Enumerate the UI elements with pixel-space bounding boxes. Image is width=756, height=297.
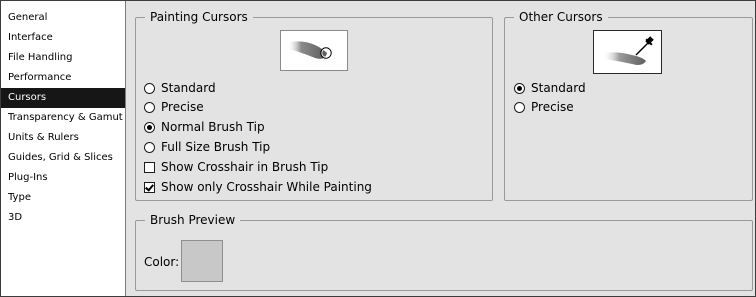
show-crosshair-in-brush-tip-option[interactable]: Show Crosshair in Brush Tip <box>144 158 328 176</box>
sidebar-item-performance[interactable]: Performance <box>1 68 125 88</box>
painting-standard-label: Standard <box>161 81 216 95</box>
other-cursors-title: Other Cursors <box>519 10 603 24</box>
brush-stroke-preview-icon <box>280 30 348 71</box>
brush-preview-color-swatch[interactable] <box>181 240 223 282</box>
other-precise-option[interactable]: Precise <box>514 98 574 116</box>
sidebar-item-units-rulers[interactable]: Units & Rulers <box>1 128 125 148</box>
painting-full-size-brush-tip-label: Full Size Brush Tip <box>161 140 271 154</box>
preferences-sidebar: General Interface File Handling Performa… <box>1 1 126 296</box>
sidebar-item-guides-grid-slices[interactable]: Guides, Grid & Slices <box>1 148 125 168</box>
brush-preview-title: Brush Preview <box>150 213 236 227</box>
other-standard-radio[interactable] <box>514 82 525 94</box>
painting-normal-brush-tip-radio[interactable] <box>144 121 155 133</box>
show-crosshair-in-brush-tip-checkbox[interactable] <box>144 161 155 173</box>
sidebar-item-type[interactable]: Type <box>1 188 125 208</box>
sidebar-item-3d[interactable]: 3D <box>1 208 125 228</box>
other-precise-label: Precise <box>531 100 574 114</box>
painting-full-size-brush-tip-option[interactable]: Full Size Brush Tip <box>144 138 270 156</box>
preferences-content: Painting Cursors Standard Precise Normal… <box>126 1 755 296</box>
preferences-window: General Interface File Handling Performa… <box>0 0 756 297</box>
sidebar-item-general[interactable]: General <box>1 8 125 28</box>
painting-cursors-title: Painting Cursors <box>150 10 248 24</box>
show-crosshair-in-brush-tip-label: Show Crosshair in Brush Tip <box>161 160 329 174</box>
eyedropper-preview-icon <box>593 30 662 74</box>
sidebar-item-interface[interactable]: Interface <box>1 28 125 48</box>
other-standard-label: Standard <box>531 81 586 95</box>
show-only-crosshair-while-painting-label: Show only Crosshair While Painting <box>161 180 372 194</box>
painting-normal-brush-tip-label: Normal Brush Tip <box>161 120 265 134</box>
sidebar-item-file-handling[interactable]: File Handling <box>1 48 125 68</box>
show-only-crosshair-while-painting-checkbox[interactable] <box>144 181 155 193</box>
painting-precise-radio[interactable] <box>144 101 155 113</box>
painting-standard-option[interactable]: Standard <box>144 79 216 97</box>
painting-full-size-brush-tip-radio[interactable] <box>144 141 155 153</box>
sidebar-item-transparency-gamut[interactable]: Transparency & Gamut <box>1 108 125 128</box>
sidebar-item-plug-ins[interactable]: Plug-Ins <box>1 168 125 188</box>
painting-normal-brush-tip-option[interactable]: Normal Brush Tip <box>144 118 265 136</box>
brush-preview-group: Brush Preview <box>135 214 753 291</box>
brush-preview-color-label: Color: <box>144 255 180 269</box>
sidebar-item-cursors[interactable]: Cursors <box>1 88 125 108</box>
show-only-crosshair-while-painting-option[interactable]: Show only Crosshair While Painting <box>144 178 372 196</box>
other-standard-option[interactable]: Standard <box>514 79 586 97</box>
painting-precise-option[interactable]: Precise <box>144 98 204 116</box>
painting-standard-radio[interactable] <box>144 82 155 94</box>
painting-precise-label: Precise <box>161 100 204 114</box>
other-precise-radio[interactable] <box>514 101 525 113</box>
